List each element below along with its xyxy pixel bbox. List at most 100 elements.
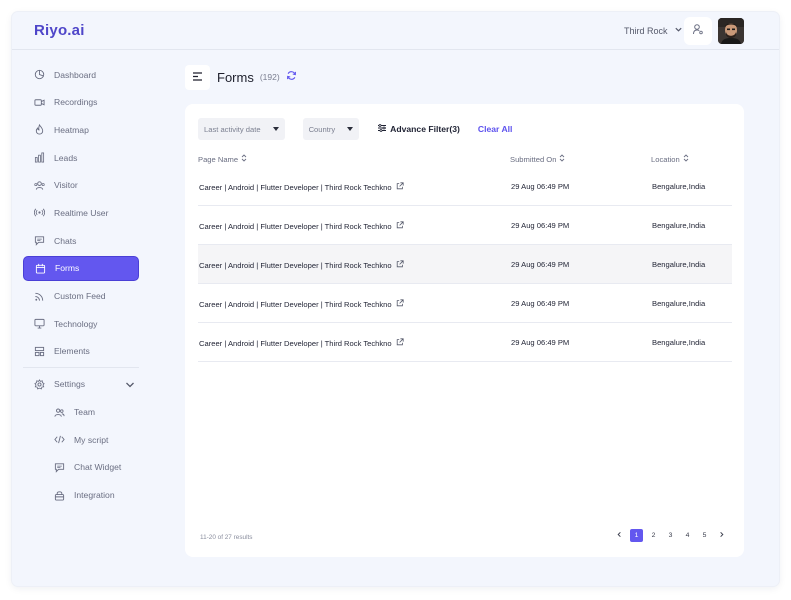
page-button-2[interactable]: 2 xyxy=(647,529,660,542)
sidebar-item-label: Chat Widget xyxy=(74,462,122,473)
sidebar-item-label: Heatmap xyxy=(54,124,89,135)
external-link-icon[interactable] xyxy=(392,182,404,192)
sidebar-item-chats[interactable]: Chats xyxy=(23,228,139,253)
chevron-left-icon xyxy=(616,531,623,540)
column-header-submitted-on[interactable]: Submitted On xyxy=(510,154,565,164)
table-row[interactable]: Career | Android | Flutter Developer | T… xyxy=(198,284,732,323)
sidebar-item-label: Elements xyxy=(54,346,90,357)
page-name: Career | Android | Flutter Developer | T… xyxy=(199,338,392,348)
menu-icon xyxy=(192,68,203,86)
sidebar-item-integration[interactable]: Integration xyxy=(23,483,139,508)
page-name-cell[interactable]: Career | Android | Flutter Developer | T… xyxy=(199,182,404,192)
page-button-4[interactable]: 4 xyxy=(681,529,694,542)
page-count: (192) xyxy=(259,72,280,82)
flame-icon xyxy=(34,124,45,135)
user-settings-icon xyxy=(692,22,704,40)
sidebar-item-label: Realtime User xyxy=(54,207,109,218)
submitted-on-cell: 29 Aug 06:49 PM xyxy=(511,260,570,269)
sidebar-item-realtime-user[interactable]: Realtime User xyxy=(23,200,139,225)
sidebar-item-label: Technology xyxy=(54,318,98,329)
external-link-icon[interactable] xyxy=(392,338,404,348)
external-link-icon[interactable] xyxy=(392,221,404,231)
logo[interactable]: Riyo.ai xyxy=(34,22,85,39)
calendar-icon xyxy=(35,263,46,274)
page-name-cell[interactable]: Career | Android | Flutter Developer | T… xyxy=(199,260,404,270)
submitted-on-cell: 29 Aug 06:49 PM xyxy=(511,299,570,308)
page-name: Career | Android | Flutter Developer | T… xyxy=(199,221,392,231)
table-row[interactable]: Career | Android | Flutter Developer | T… xyxy=(198,206,732,245)
video-icon xyxy=(34,97,45,108)
external-link-icon[interactable] xyxy=(392,299,404,309)
location-cell: Bengalure,India xyxy=(652,221,706,230)
page-name-cell[interactable]: Career | Android | Flutter Developer | T… xyxy=(199,299,404,309)
bar-chart-icon xyxy=(34,152,45,163)
chevron-down-icon[interactable] xyxy=(125,380,135,390)
submitted-on-cell: 29 Aug 06:49 PM xyxy=(511,182,570,191)
caret-down-icon xyxy=(347,127,354,131)
chat-widget-icon xyxy=(54,462,65,473)
sidebar-item-team[interactable]: Team xyxy=(23,400,139,425)
column-label: Page Name xyxy=(198,154,239,164)
app-window: Riyo.ai Third Rock Dashboard Recordings … xyxy=(12,12,779,586)
location-cell: Bengalure,India xyxy=(652,299,706,308)
sidebar-item-label: Chats xyxy=(54,235,77,246)
top-bar: Riyo.ai Third Rock xyxy=(12,12,779,50)
location-cell: Bengalure,India xyxy=(652,338,706,347)
chat-icon xyxy=(34,235,45,246)
next-page-button[interactable] xyxy=(715,529,728,542)
sort-icon xyxy=(683,154,689,164)
page-button-1[interactable]: 1 xyxy=(630,529,643,542)
pie-chart-icon xyxy=(34,69,45,80)
code-icon xyxy=(54,434,65,445)
chevron-right-icon xyxy=(718,531,725,540)
org-switcher[interactable]: Third Rock xyxy=(624,25,683,36)
advance-filter-button[interactable]: Advance Filter(3) xyxy=(377,123,460,135)
location-cell: Bengalure,India xyxy=(652,182,706,191)
filter-bar: Last activity date Country Advance Filte… xyxy=(198,118,512,140)
sidebar-item-recordings[interactable]: Recordings xyxy=(23,90,139,115)
refresh-icon[interactable] xyxy=(286,68,297,86)
table-row[interactable]: Career | Android | Flutter Developer | T… xyxy=(198,323,732,362)
sidebar-item-heatmap[interactable]: Heatmap xyxy=(23,117,139,142)
sidebar-item-visitor[interactable]: Visitor xyxy=(23,173,139,198)
dropdown-value: Country xyxy=(308,124,336,134)
sidebar-item-label: My script xyxy=(74,434,109,445)
table-body: Career | Android | Flutter Developer | T… xyxy=(198,167,732,362)
column-header-location[interactable]: Location xyxy=(651,154,689,164)
prev-page-button[interactable] xyxy=(613,529,626,542)
page-name-cell[interactable]: Career | Android | Flutter Developer | T… xyxy=(199,338,404,348)
user-settings-button[interactable] xyxy=(684,17,712,45)
sidebar-item-label: Settings xyxy=(54,379,86,390)
submitted-on-cell: 29 Aug 06:49 PM xyxy=(511,338,570,347)
table-header: Page Name Submitted On Location xyxy=(198,154,732,168)
table-row[interactable]: Career | Android | Flutter Developer | T… xyxy=(198,167,732,206)
sidebar-item-technology[interactable]: Technology xyxy=(23,311,139,336)
clear-all-link[interactable]: Clear All xyxy=(478,124,513,134)
org-name: Third Rock xyxy=(624,25,668,36)
page-button-5[interactable]: 5 xyxy=(698,529,711,542)
sidebar-item-leads[interactable]: Leads xyxy=(23,145,139,170)
page-name: Career | Android | Flutter Developer | T… xyxy=(199,260,392,270)
table-row[interactable]: Career | Android | Flutter Developer | T… xyxy=(198,245,732,284)
column-label: Submitted On xyxy=(510,154,557,164)
page-button-3[interactable]: 3 xyxy=(664,529,677,542)
sidebar-item-custom-feed[interactable]: Custom Feed xyxy=(23,284,139,309)
external-link-icon[interactable] xyxy=(392,260,404,270)
users-icon xyxy=(34,180,45,191)
page-name: Career | Android | Flutter Developer | T… xyxy=(199,299,392,309)
sidebar-item-my-script[interactable]: My script xyxy=(23,427,139,452)
team-icon xyxy=(54,407,65,418)
country-dropdown[interactable]: Country xyxy=(302,118,360,140)
activity-date-dropdown[interactable]: Last activity date xyxy=(198,118,285,140)
sidebar-item-settings[interactable]: Settings xyxy=(23,372,139,397)
avatar[interactable] xyxy=(718,18,744,44)
sidebar-item-forms[interactable]: Forms xyxy=(23,255,139,281)
sidebar-item-label: Visitor xyxy=(54,180,78,191)
column-header-page-name[interactable]: Page Name xyxy=(198,154,247,164)
menu-toggle-button[interactable] xyxy=(185,64,210,90)
sidebar-item-chat-widget[interactable]: Chat Widget xyxy=(23,455,139,480)
chevron-down-icon xyxy=(674,25,683,36)
page-name-cell[interactable]: Career | Android | Flutter Developer | T… xyxy=(199,221,404,231)
sidebar-item-dashboard[interactable]: Dashboard xyxy=(23,62,139,87)
sidebar-item-elements[interactable]: Elements xyxy=(23,339,139,364)
